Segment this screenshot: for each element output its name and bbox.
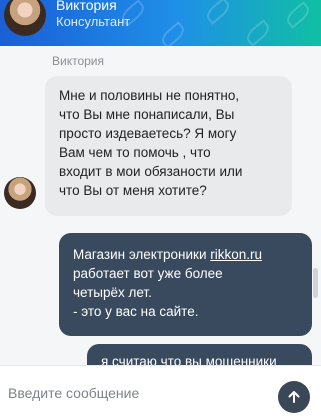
site-link[interactable]: rikkon.ru	[210, 247, 262, 262]
decor-leaf	[158, 21, 188, 46]
scrollbar-thumb[interactable]	[313, 268, 318, 298]
message-line: Вам чем то помочь , что	[59, 145, 211, 160]
consultant-avatar	[4, 0, 46, 36]
incoming-message: Мне и половины не понятно, что Вы мне по…	[45, 76, 292, 216]
decor-leaf	[283, 1, 313, 29]
message-list[interactable]: Виктория Мне и половины не понятно, что …	[0, 46, 321, 365]
consultant-role: Консультант	[56, 14, 131, 29]
chat-header: Виктория Консультант	[0, 0, 321, 46]
message-line: просто издеваетесь? Я могу	[59, 126, 237, 141]
message-line: Мне и половины не понятно,	[59, 88, 240, 103]
send-button[interactable]	[278, 381, 310, 413]
decor-leaf	[243, 19, 273, 46]
message-input[interactable]	[6, 378, 268, 408]
message-line: входит в мои обязаности или	[59, 164, 243, 179]
message-line: работает вот уже более	[73, 266, 223, 281]
arrow-up-icon	[288, 391, 300, 403]
composer-bar	[0, 365, 321, 418]
outgoing-message: я считаю что вы мошенники	[87, 344, 312, 365]
consultant-name: Виктория	[56, 0, 117, 13]
message-line: четырёх лет.	[73, 285, 152, 300]
sender-avatar	[4, 177, 36, 209]
message-line: что Вы мне понаписали, Вы	[59, 107, 235, 122]
decor-leaf	[203, 0, 233, 25]
message-text: Магазин электроники	[73, 247, 211, 262]
message-sender: Виктория	[52, 54, 105, 68]
message-line: я считаю что вы мошенники	[101, 354, 277, 365]
message-line: - это у вас на сайте.	[73, 304, 199, 319]
outgoing-message: Магазин электроники rikkon.ru работает в…	[59, 233, 312, 336]
message-line: Магазин электроники rikkon.ru	[73, 245, 298, 264]
message-line: что Вы от меня хотите?	[59, 183, 207, 198]
